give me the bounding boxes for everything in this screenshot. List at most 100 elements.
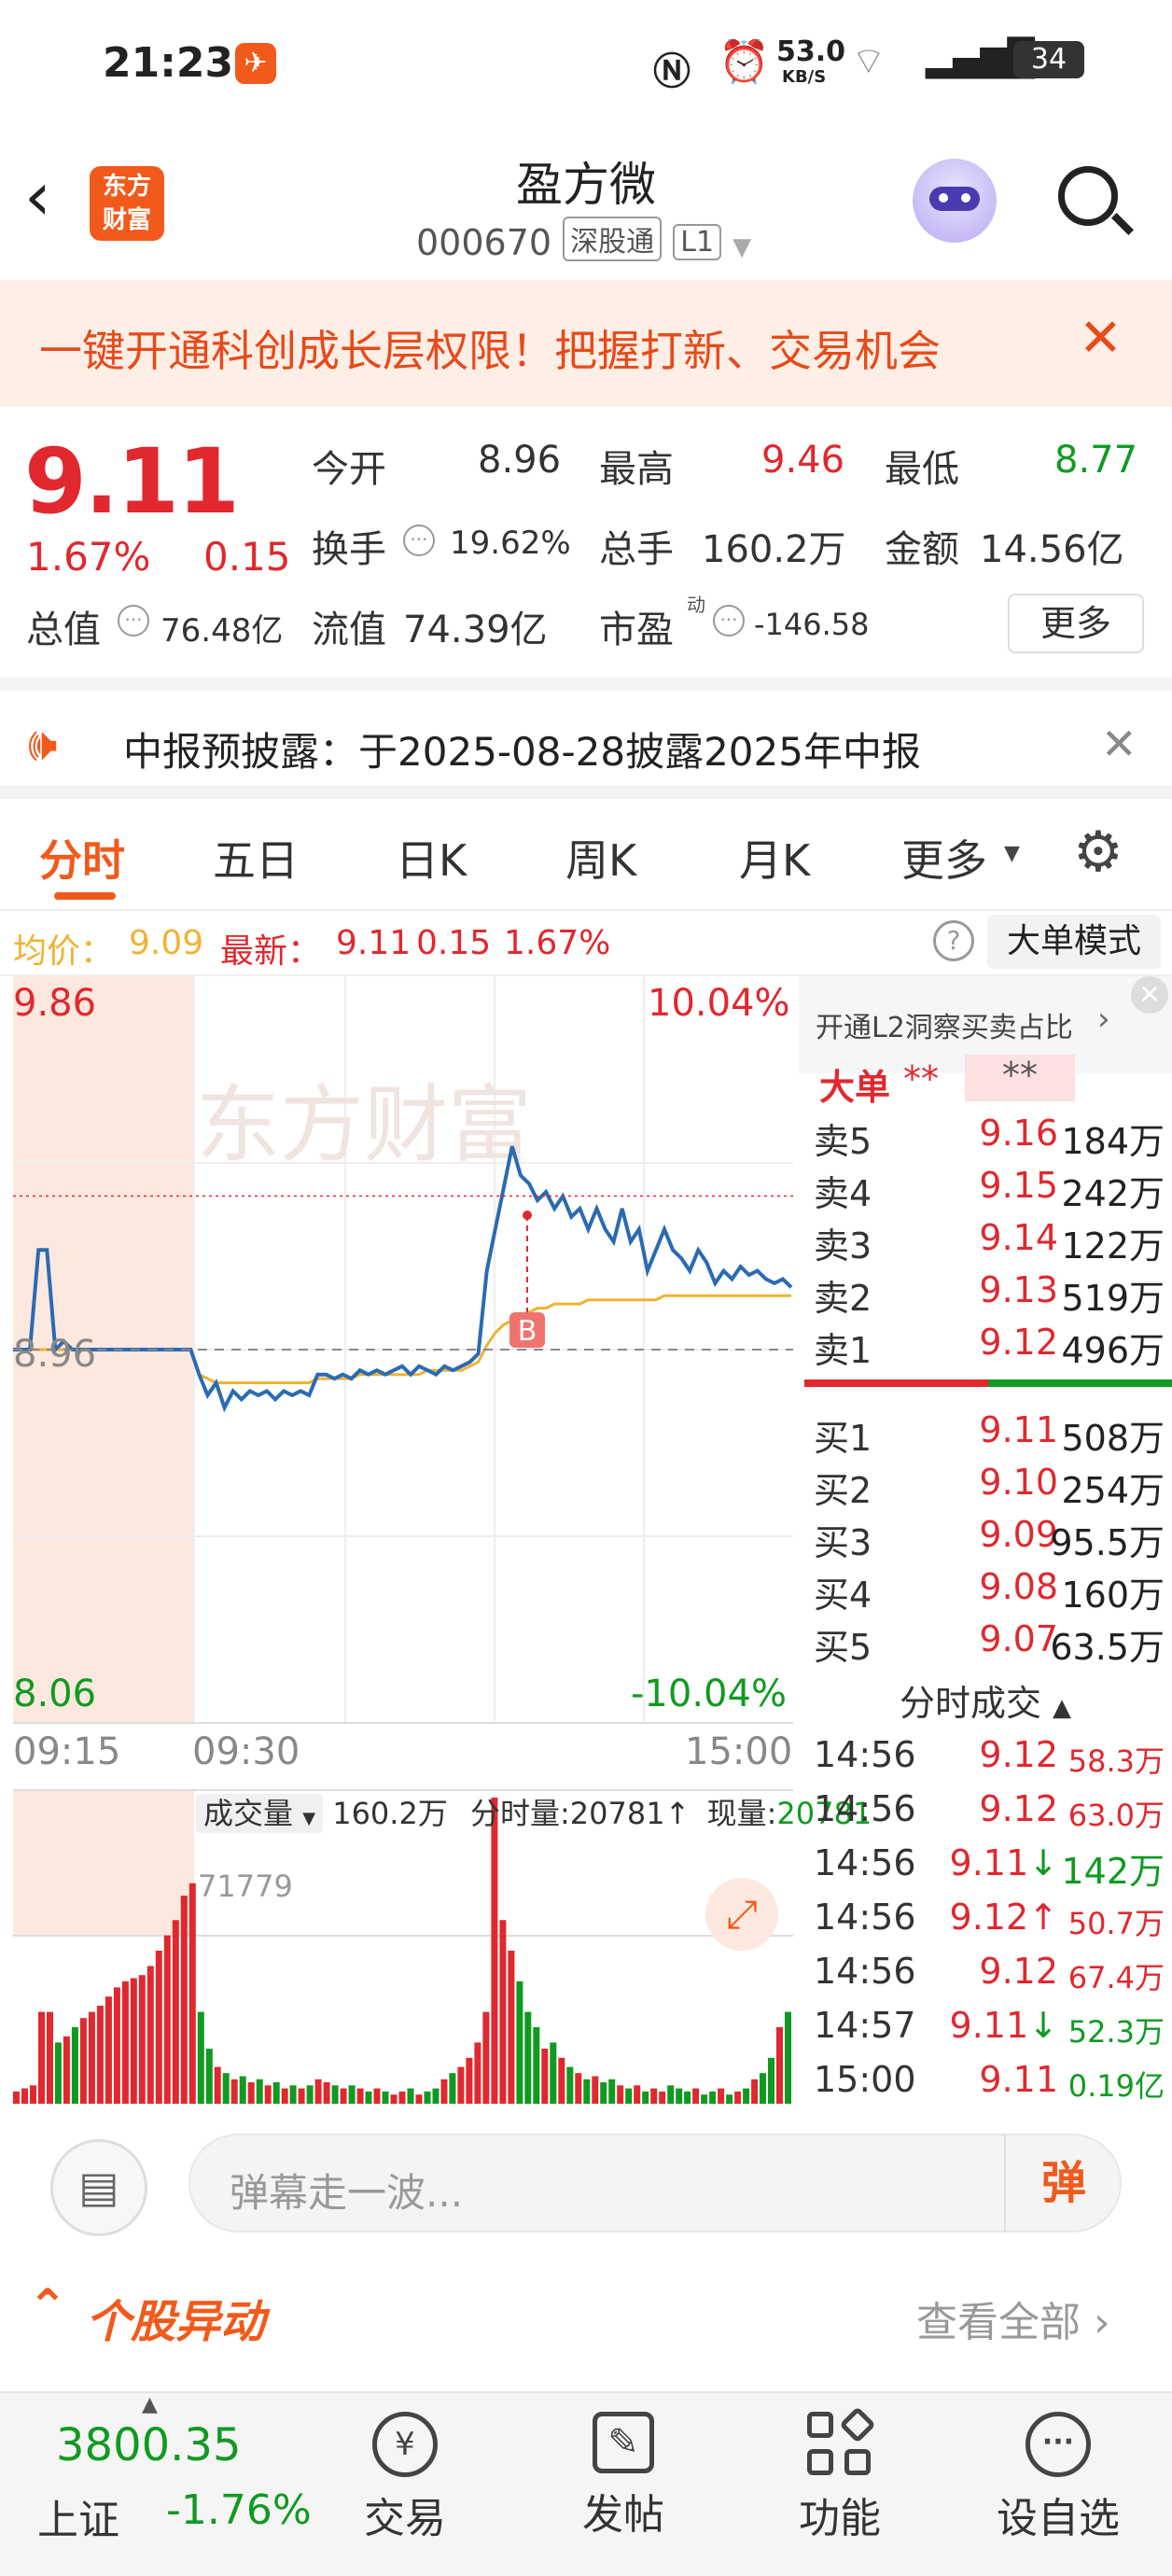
big-order-mode-button[interactable]: 大单模式: [987, 915, 1161, 969]
volume-bar: [88, 2011, 95, 2104]
volume-bar: [306, 2085, 314, 2104]
volume-info-row: 成交量 ▼ 160.2万 分时量:20781↑ 现量:20781: [196, 1790, 872, 1835]
float-value: 74.39亿: [403, 609, 548, 651]
y-mid-label: 8.96: [13, 1333, 97, 1376]
volume-bar: [298, 2088, 305, 2104]
stock-code-row[interactable]: 000670 深股通 L1 ▼: [416, 217, 771, 263]
more-button[interactable]: 更多: [1008, 594, 1144, 653]
tick-row: 14:56 9.12 67.4万: [814, 1951, 1165, 1995]
nav-trade[interactable]: ¥ 交易: [330, 2412, 480, 2544]
high-value: 9.46: [761, 439, 845, 482]
earnings-notice[interactable]: 🕪 中报预披露：于2025-08-28披露2025年中报 ✕: [0, 678, 1172, 799]
gear-icon[interactable]: ⚙: [1073, 819, 1123, 885]
tab-daily-k[interactable]: 日K: [396, 827, 467, 889]
tick-row: 14:56 9.12 63.0万: [814, 1788, 1165, 1833]
tab-monthly-k[interactable]: 月K: [739, 827, 810, 889]
chevron-right-icon: ›: [1097, 1001, 1110, 1038]
volume-bar: [424, 2091, 431, 2104]
volume-bar: [230, 2079, 238, 2104]
time-end-label: 15:00: [685, 1730, 793, 1773]
volume-bar: [558, 2057, 565, 2104]
low-value: 8.77: [1054, 439, 1138, 482]
volume-bar: [625, 2088, 633, 2104]
app-notification-icon: ✈: [235, 43, 276, 84]
price-summary-bar: 均价： 9.09 最新： 9.11 0.15 1.67% ? 大单模式: [0, 911, 1172, 976]
volume-bar: [256, 2079, 263, 2104]
nav-functions[interactable]: 功能: [765, 2406, 914, 2544]
search-icon[interactable]: [1058, 166, 1135, 241]
volume-bar: [47, 2011, 53, 2104]
volume-bar: [659, 2091, 666, 2104]
volume-bar: [323, 2082, 330, 2104]
danmu-toggle-icon[interactable]: ▤: [50, 2139, 147, 2236]
open-label: 今开: [312, 448, 386, 491]
tab-more[interactable]: 更多: [901, 827, 987, 889]
volume-bar: [197, 2011, 204, 2104]
volume-bar: [130, 1978, 137, 2104]
volume-bar: [398, 2091, 406, 2104]
volume-bar: [365, 2091, 372, 2104]
tab-intraday[interactable]: 分时: [39, 827, 125, 889]
robot-avatar-icon[interactable]: [913, 159, 997, 243]
volume-bar: [172, 1920, 179, 2104]
help-icon[interactable]: ?: [933, 920, 974, 961]
info-icon[interactable]: ···: [118, 605, 149, 637]
nav-post[interactable]: ✎ 发帖: [549, 2412, 698, 2541]
pct-bottom-label: -10.04%: [631, 1673, 787, 1715]
info-icon[interactable]: ···: [403, 525, 435, 556]
promo-banner[interactable]: 一键开通科创成长层权限！把握打新、交易机会 ✕: [0, 280, 1172, 407]
time-open-label: 09:30: [192, 1730, 300, 1773]
watermark: 东方财富: [196, 1076, 532, 1174]
more-circle-icon: ···: [1026, 2412, 1091, 2477]
volume-bar: [583, 2079, 591, 2104]
index-value[interactable]: 3800.35: [56, 2419, 242, 2471]
tab-weekly-k[interactable]: 周K: [565, 827, 636, 889]
now-volume-label: 现量:: [706, 1796, 777, 1831]
volume-bar: [550, 2042, 557, 2104]
mktcap-label: 总值: [26, 609, 101, 651]
close-icon[interactable]: ✕: [1079, 308, 1123, 369]
bid-row: 买4 9.08 160万: [814, 1566, 1165, 1616]
chevron-up-icon[interactable]: ⌃: [28, 2279, 67, 2333]
volume-bar: [289, 2085, 297, 2104]
float-label: 流值: [312, 609, 386, 651]
index-pct: -1.76%: [166, 2486, 312, 2534]
nav-add-watchlist[interactable]: ··· 设自选: [984, 2412, 1133, 2544]
intraday-chart[interactable]: 东方财富 B 9.86 8.96 8.06 10.04% -10.04% 09:…: [0, 976, 872, 2106]
stock-code: 000670: [416, 222, 552, 263]
bid-row: 买2 9.10 254万: [814, 1462, 1165, 1511]
ticks-header[interactable]: 分时成交 ▲: [799, 1674, 1172, 1726]
big-order-label: 大单: [819, 1067, 891, 1108]
latest-change: 0.15: [416, 924, 492, 962]
volume-bar: [155, 1951, 162, 2104]
chevron-down-icon: ▼: [302, 1809, 316, 1828]
volume-selector[interactable]: 成交量 ▼: [196, 1794, 324, 1833]
volume-bar: [516, 1981, 523, 2104]
tab-five-day[interactable]: 五日: [213, 827, 299, 889]
volume-bar: [373, 2088, 381, 2104]
danmu-send-button[interactable]: 弹: [1004, 2134, 1122, 2233]
volume-total: 160.2万: [332, 1796, 448, 1831]
minute-volume-label: 分时量:: [470, 1796, 570, 1831]
buy-marker-label: B: [518, 1315, 537, 1348]
close-icon[interactable]: ✕: [1131, 976, 1168, 1014]
latest-label: 最新：: [220, 932, 322, 971]
volume-bar: [676, 2088, 683, 2104]
info-icon[interactable]: ···: [713, 605, 745, 637]
expand-icon[interactable]: ⤢: [705, 1878, 778, 1951]
volume-bar: [30, 2085, 36, 2104]
close-icon[interactable]: ✕: [1101, 719, 1137, 769]
pe-value: -146.58: [754, 607, 870, 642]
index-name: 上证: [37, 2497, 119, 2544]
volume-bar: [331, 2085, 339, 2104]
edit-icon: ✎: [593, 2412, 654, 2473]
volume-bar: [138, 1975, 146, 2104]
view-all-link[interactable]: 查看全部 ›: [916, 2289, 1110, 2348]
turnover-label: 换手: [312, 528, 386, 571]
status-bar: 21:23 ✈ Ⓝ ⏰ 53.0 KB/S ⌔ ▂▄▆█ 34: [0, 0, 1172, 131]
amount-label: 金额: [885, 528, 959, 571]
minute-volume: 20781: [569, 1796, 665, 1831]
net-speed: 53.0: [776, 35, 846, 68]
latest-value: 9.11: [336, 924, 412, 962]
pre-market-volume-shade: [13, 1790, 194, 1936]
